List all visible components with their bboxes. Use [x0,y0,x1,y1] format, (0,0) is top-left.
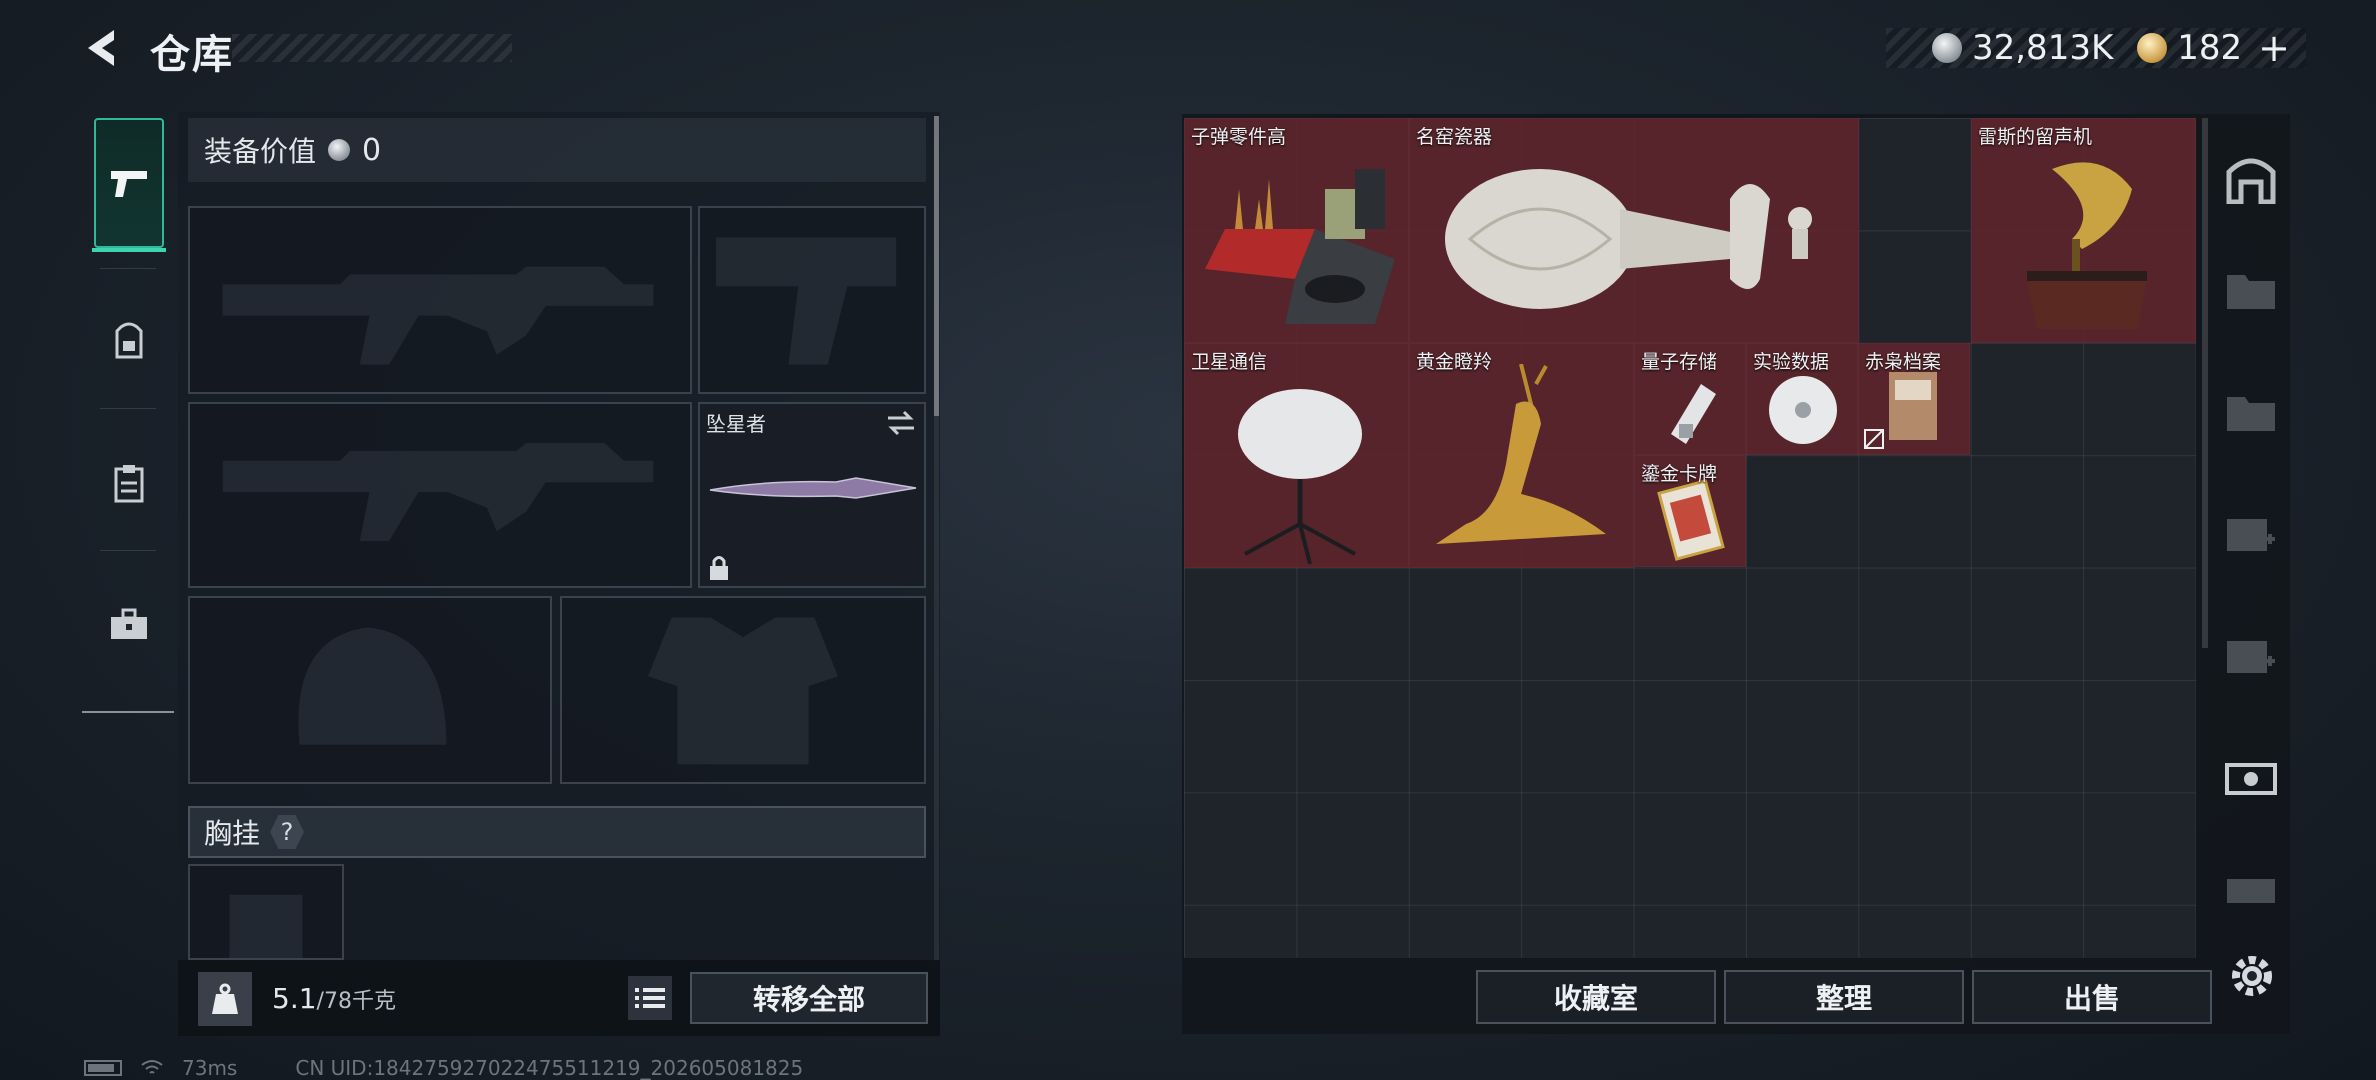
rifle-silhouette-icon [222,443,654,541]
right-rail [2212,114,2290,974]
gold-coin-icon [2137,33,2168,63]
storage-item-satellite[interactable]: 卫星通信 [1184,343,1409,568]
ammo-crate-icon [1205,169,1395,324]
folder-icon [2227,397,2275,431]
status-bar: 73ms CN UID:184275927022475511219_202605… [84,1056,803,1080]
melee-slot[interactable]: 坠星者 [698,402,926,588]
warehouse-icon [2226,158,2276,204]
knife-icon [709,477,917,499]
melee-name: 坠星者 [706,412,766,436]
transfer-all-button[interactable]: 转移全部 [690,972,928,1024]
tab-backpack[interactable] [94,276,164,406]
secondary-weapon-slot[interactable] [188,402,692,588]
weight-icon [198,972,252,1026]
rail-folder-2[interactable] [2216,376,2286,446]
tab-weapons[interactable] [92,118,166,252]
page-title: 仓库 [150,32,234,78]
storage-item-experiment-data[interactable]: 实验数据 [1746,343,1858,455]
golden-gazelle-icon [1436,364,1606,544]
user-uid: CN UID:184275927022475511219_20260508182… [295,1056,804,1080]
usb-drive-icon [1671,384,1716,444]
equipment-scrollbar[interactable] [934,116,939,966]
left-tab-bar [82,108,174,713]
sidearm-slot[interactable] [698,206,926,394]
helmet-silhouette-icon [298,627,447,745]
storage-item-gramophone[interactable]: 雷斯的留声机 [1971,118,2196,343]
storage-scrollbar[interactable] [2202,118,2208,648]
storage-item-quantum-storage[interactable]: 量子存储 [1634,343,1746,455]
collection-room-button[interactable]: 收藏室 [1476,970,1716,1024]
helmet-slot[interactable] [188,596,552,784]
ping-value: 73ms [182,1056,238,1080]
wifi-icon [141,1060,163,1074]
porcelain-vase-icon [1445,169,1812,309]
satellite-dish-icon [1238,389,1362,564]
list-view-button[interactable] [628,976,672,1020]
medkit-icon [2227,641,2275,673]
storage-item-ammo-parts[interactable]: 子弹零件高 [1184,118,1409,343]
case-icon [2225,763,2277,795]
settings-button[interactable] [2224,948,2280,1004]
help-button[interactable]: ? [270,815,305,849]
rail-warehouse[interactable] [2216,144,2286,214]
equipment-value: 0 [362,132,382,168]
primary-weapon-slot[interactable] [188,206,692,394]
storage-grid[interactable]: 子弹零件高 名窑瓷器 雷斯的留声机 卫星通信 黄金瞪羚 量子存储 实验数据 赤枭… [1184,118,2196,958]
rail-folder-1[interactable] [2216,254,2286,324]
not-found-icon [1864,429,1884,449]
rail-medkit-1[interactable] [2216,498,2286,568]
storage-item-porcelain[interactable]: 名窑瓷器 [1409,118,1859,343]
weight-current: 5.1 [272,982,317,1015]
chest-rig-slot[interactable] [188,864,344,960]
rail-gun-case[interactable] [2216,854,2286,924]
lock-icon [710,556,728,580]
silver-amount: 32,813K [1971,28,2114,68]
gear-icon [2232,956,2272,996]
sell-button[interactable]: 出售 [1972,970,2212,1024]
storage-item-golden-gazelle[interactable]: 黄金瞪羚 [1409,343,1634,568]
silver-coin-icon [328,139,351,161]
equipment-value-label: 装备价值 [204,135,317,168]
back-button[interactable] [80,24,128,72]
chest-rig-label: 胸挂 [204,817,261,850]
sort-button[interactable]: 整理 [1724,970,1964,1024]
vest-silhouette-icon [229,894,303,958]
tab-briefcase[interactable] [94,560,164,690]
silver-coin-icon [1931,33,1962,63]
gramophone-icon [2027,162,2147,329]
currency-bar: 32,813K 182 + [1886,26,2306,70]
pistol-icon [111,171,147,197]
weight-max: /78千克 [316,989,396,1014]
rifle-silhouette-icon [222,266,654,365]
body-armor-slot[interactable] [560,596,926,784]
title-decoration [232,34,512,62]
swap-icon[interactable] [886,410,916,436]
file-icon [1889,372,1937,440]
battery-icon [84,1060,122,1076]
tab-clipboard[interactable] [94,418,164,548]
chest-rig-header: 胸挂 ? [188,806,926,858]
folder-icon [2227,275,2275,309]
medkit-icon [2227,519,2275,551]
equipment-value-bar: 装备价值 0 [188,118,926,182]
rail-medkit-2[interactable] [2216,620,2286,690]
add-currency-button[interactable]: + [2258,26,2290,70]
clipboard-icon [114,465,144,503]
card-icon [1657,479,1725,561]
pistol-silhouette-icon [716,237,897,365]
rail-case[interactable] [2216,742,2286,812]
list-icon [635,988,665,1008]
disc-icon [1769,376,1837,444]
storage-item-gilded-card[interactable]: 鎏金卡牌 [1634,455,1746,567]
storage-item-red-owl-file[interactable]: 赤枭档案 [1858,343,1970,455]
gun-case-icon [2227,879,2275,903]
briefcase-icon [111,608,147,639]
weight-readout: 5.1/78千克 [272,982,396,1015]
armor-silhouette-icon [648,617,838,765]
back-arrow-icon [88,30,114,66]
backpack-icon [115,322,143,359]
gold-amount: 182 [2177,28,2243,68]
